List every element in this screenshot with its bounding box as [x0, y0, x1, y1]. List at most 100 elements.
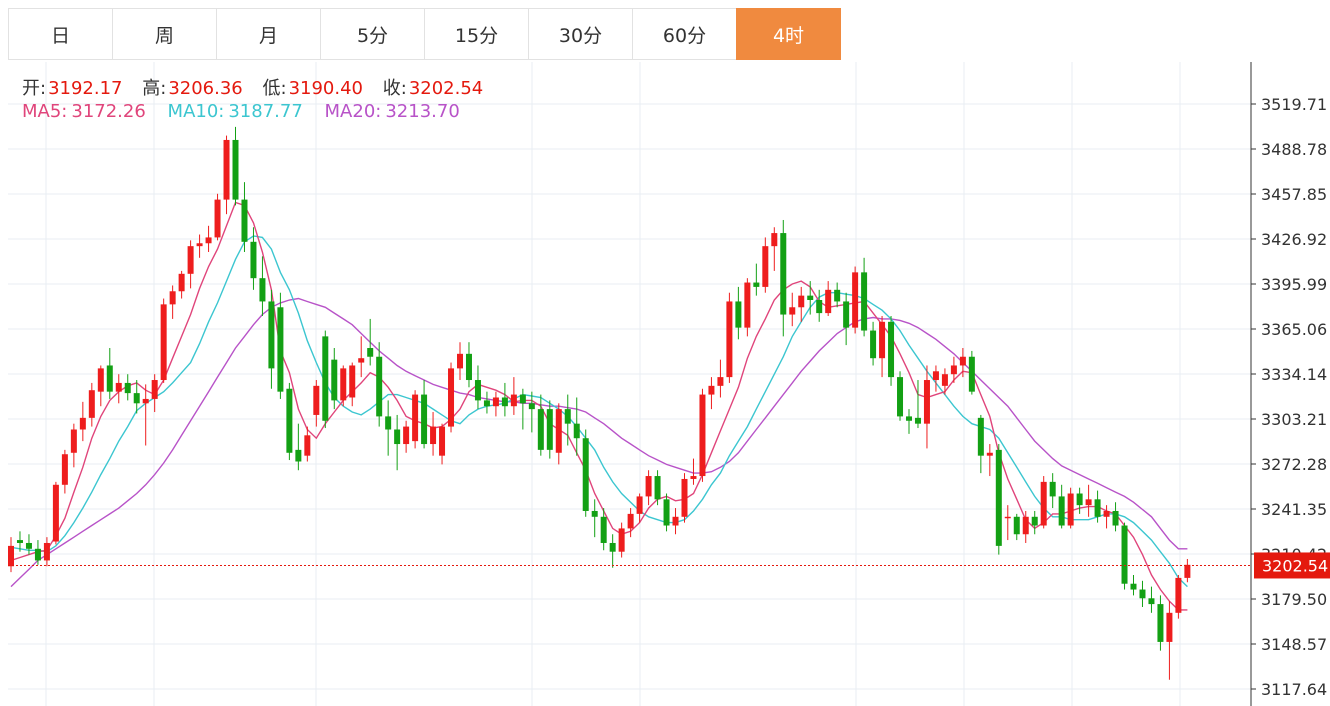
- candle-body: [106, 365, 113, 392]
- candle-body: [914, 417, 921, 424]
- candle: [726, 292, 733, 383]
- candle-body: [708, 385, 715, 395]
- ma10-label: MA10:: [167, 101, 225, 122]
- candle: [968, 350, 975, 395]
- candle-body: [906, 416, 912, 421]
- candle-body: [205, 237, 212, 244]
- candle: [25, 534, 32, 555]
- tab-4[interactable]: 15分: [424, 8, 529, 60]
- candle-body: [870, 330, 877, 359]
- candle: [79, 401, 86, 442]
- candle-body: [528, 403, 535, 410]
- candle: [412, 390, 419, 449]
- candle-body: [34, 548, 41, 561]
- low-value: 3190.40: [288, 78, 364, 99]
- tab-3[interactable]: 5分: [320, 8, 425, 60]
- candle: [187, 240, 194, 289]
- ma20-series: [10, 297, 1188, 588]
- candle-body: [825, 289, 832, 314]
- candle-series: [8, 126, 1191, 680]
- chart-grid: [8, 62, 1250, 706]
- candle: [753, 263, 760, 296]
- candle: [205, 225, 212, 252]
- candle: [609, 534, 616, 568]
- candle: [465, 342, 472, 388]
- candle: [582, 429, 589, 517]
- candle-body: [1013, 516, 1020, 535]
- candle: [888, 316, 895, 386]
- candle: [744, 278, 751, 337]
- tab-5[interactable]: 30分: [528, 8, 633, 60]
- candle: [708, 377, 715, 410]
- candle-body: [1175, 577, 1182, 613]
- candle: [816, 289, 823, 322]
- candle-body: [61, 454, 68, 485]
- candle: [555, 403, 562, 465]
- candle: [97, 365, 104, 407]
- candle: [178, 270, 185, 299]
- candle: [286, 382, 293, 461]
- candle: [214, 193, 221, 241]
- candle-body: [349, 365, 356, 398]
- candle-body: [1040, 481, 1047, 526]
- candle-body: [196, 243, 203, 247]
- tab-7[interactable]: 4时: [736, 8, 841, 60]
- candle-body: [151, 380, 158, 399]
- candle: [1157, 595, 1164, 651]
- candle: [88, 382, 95, 427]
- high-value: 3206.36: [168, 78, 243, 99]
- tab-6[interactable]: 60分: [632, 8, 737, 60]
- ma5-line: [10, 201, 1188, 611]
- candle-body: [1049, 481, 1056, 497]
- tab-1[interactable]: 周: [112, 8, 217, 60]
- candle-body: [187, 246, 194, 274]
- candle-body: [8, 545, 14, 567]
- candle-body: [1184, 564, 1191, 578]
- candle-body: [340, 368, 347, 401]
- candle: [645, 470, 652, 506]
- y-tick-label: 3519.71: [1261, 95, 1327, 114]
- ma5-label: MA5:: [22, 101, 68, 122]
- candle-body: [780, 233, 787, 315]
- candle: [510, 377, 517, 415]
- close-value: 3202.54: [408, 78, 484, 99]
- candle: [313, 380, 320, 427]
- candle: [717, 359, 724, 398]
- candle: [627, 508, 634, 538]
- candle: [519, 388, 526, 430]
- y-tick-label: 3334.14: [1261, 365, 1327, 384]
- candle: [259, 256, 266, 317]
- candle: [537, 394, 544, 456]
- candle-body: [1004, 516, 1011, 519]
- candle-body: [1085, 499, 1092, 506]
- candle: [492, 391, 499, 417]
- candle-body: [142, 398, 149, 404]
- candle-body: [214, 199, 221, 238]
- y-tick-label: 3395.99: [1261, 275, 1327, 294]
- candle-body: [519, 394, 526, 404]
- candle-body: [771, 233, 778, 247]
- candle-body: [358, 358, 365, 363]
- candle: [1175, 574, 1182, 619]
- y-tick-label: 3457.85: [1261, 185, 1327, 204]
- candle: [349, 362, 356, 407]
- candle-body: [1148, 598, 1155, 605]
- candle: [1067, 487, 1074, 529]
- candle-body: [609, 542, 616, 552]
- candle-body: [681, 478, 688, 517]
- candle-body: [474, 380, 481, 401]
- candle: [1031, 510, 1038, 535]
- candle: [591, 499, 598, 538]
- candle-body: [16, 540, 23, 543]
- candle: [923, 365, 930, 449]
- candle: [546, 400, 553, 459]
- tab-2[interactable]: 月: [216, 8, 321, 60]
- candle: [1130, 574, 1137, 596]
- y-tick-label: 3303.21: [1261, 410, 1327, 429]
- candle-body: [807, 295, 814, 300]
- tab-0[interactable]: 日: [8, 8, 113, 60]
- candle-body: [43, 542, 50, 561]
- price-axis: 3519.71 3488.78 3457.85 3426.92 3395.99 3365.…: [1250, 62, 1327, 706]
- candle-body: [169, 291, 176, 305]
- candle: [932, 365, 939, 392]
